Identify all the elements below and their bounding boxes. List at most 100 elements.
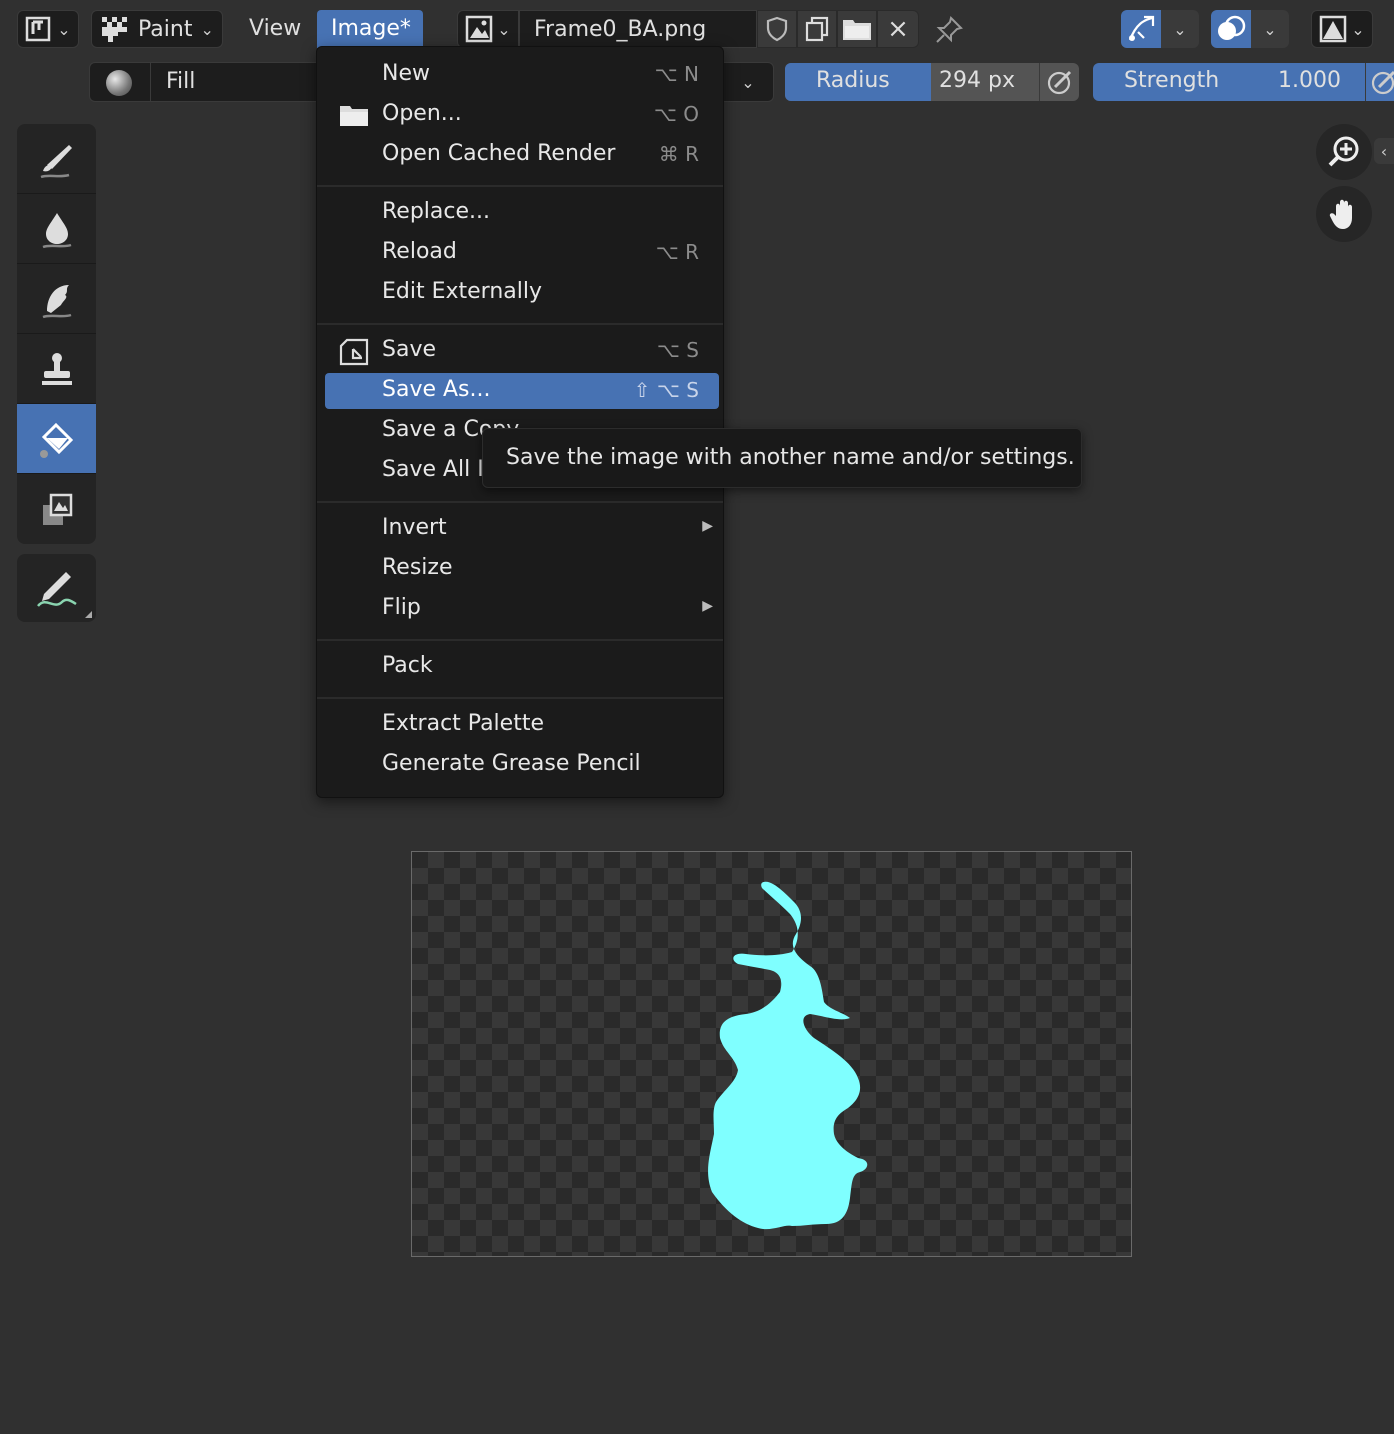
open-image-button[interactable] bbox=[837, 10, 877, 48]
menu-item-generate-grease-pencil[interactable]: Generate Grease Pencil bbox=[325, 747, 719, 783]
mode-label: Paint bbox=[138, 16, 193, 42]
menu-item-shortcut: ⌥ S bbox=[656, 338, 699, 362]
tool-annotate[interactable] bbox=[17, 554, 96, 622]
brush-icon bbox=[40, 144, 72, 178]
folder-icon bbox=[340, 106, 368, 126]
pan-gizmo[interactable] bbox=[1316, 186, 1372, 242]
shield-icon bbox=[766, 16, 788, 42]
image-alpha-icon bbox=[1320, 15, 1347, 43]
chevron-down-icon: ⌄ bbox=[57, 19, 71, 39]
menu-item-invert[interactable]: Invert ▶ bbox=[325, 511, 719, 547]
menu-item-reload[interactable]: Reload ⌥ R bbox=[325, 235, 719, 271]
menu-image[interactable]: Image* bbox=[317, 10, 423, 48]
image-editor-icon bbox=[26, 16, 51, 42]
paint-shape bbox=[708, 881, 868, 1230]
zoom-gizmo[interactable] bbox=[1316, 124, 1372, 180]
annotate-pencil-icon bbox=[36, 572, 77, 607]
menu-item-edit-externally[interactable]: Edit Externally bbox=[325, 275, 719, 311]
menu-item-save-as[interactable]: Save As... ⇧ ⌥ S bbox=[325, 373, 719, 409]
overlay-dropdown[interactable]: ⌄ bbox=[1251, 10, 1289, 48]
brush-selector[interactable]: Fill bbox=[89, 62, 329, 102]
tool-shelf bbox=[17, 124, 96, 544]
submenu-arrow-icon: ▶ bbox=[702, 598, 713, 614]
unlink-image-button[interactable]: × bbox=[877, 10, 919, 48]
new-image-button[interactable] bbox=[797, 10, 837, 48]
menu-item-flip[interactable]: Flip ▶ bbox=[325, 591, 719, 627]
menu-item-open-cached-render[interactable]: Open Cached Render ⌘ R bbox=[325, 137, 719, 173]
menu-item-shortcut: ⌥ O bbox=[653, 102, 699, 126]
menu-item-label: Save bbox=[382, 337, 437, 362]
menu-item-open[interactable]: Open... ⌥ O bbox=[325, 97, 719, 133]
pressure-icon bbox=[1047, 70, 1071, 95]
strength-pressure-button[interactable] bbox=[1365, 63, 1394, 101]
fill-bucket-icon bbox=[39, 422, 73, 458]
menu-item-label: Generate Grease Pencil bbox=[382, 751, 641, 776]
snapping-dropdown[interactable]: ⌄ bbox=[1161, 10, 1199, 48]
image-icon bbox=[466, 15, 493, 43]
menu-separator bbox=[317, 185, 723, 187]
menu-item-label: Extract Palette bbox=[382, 711, 544, 736]
tool-mask[interactable] bbox=[17, 474, 96, 544]
image-canvas[interactable] bbox=[411, 851, 1132, 1257]
menu-item-label: Save All I bbox=[382, 457, 484, 482]
brush-preview-icon bbox=[106, 70, 132, 96]
sidebar-toggle[interactable]: ‹ bbox=[1374, 138, 1394, 164]
menu-item-pack[interactable]: Pack bbox=[325, 649, 719, 685]
menu-item-label: Pack bbox=[382, 653, 433, 678]
display-channels-button[interactable]: ⌄ bbox=[1311, 10, 1373, 48]
overlay-toggle[interactable] bbox=[1211, 10, 1251, 48]
tool-soften[interactable] bbox=[17, 194, 96, 264]
radius-value: 294 px bbox=[939, 68, 1015, 93]
uv-sync-icon bbox=[1128, 15, 1155, 41]
tool-fill[interactable] bbox=[17, 404, 96, 474]
smear-icon bbox=[42, 284, 71, 318]
menu-item-label: Flip bbox=[382, 595, 421, 620]
menu-item-label: Replace... bbox=[382, 199, 491, 224]
fake-user-button[interactable] bbox=[757, 10, 797, 48]
menu-item-replace[interactable]: Replace... bbox=[325, 195, 719, 231]
radius-label: Radius bbox=[816, 68, 890, 93]
editor-type-selector[interactable]: ⌄ bbox=[17, 10, 79, 48]
menu-item-label: Edit Externally bbox=[382, 279, 543, 304]
menu-view[interactable]: View bbox=[249, 16, 301, 41]
pin-button[interactable] bbox=[929, 12, 969, 48]
chevron-left-icon: ‹ bbox=[1380, 141, 1388, 161]
menu-item-label: Invert bbox=[382, 515, 447, 540]
mode-selector[interactable]: Paint ⌄ bbox=[91, 10, 223, 48]
menu-item-extract-palette[interactable]: Extract Palette bbox=[325, 707, 719, 743]
tool-clone[interactable] bbox=[17, 334, 96, 404]
menu-item-label: New bbox=[382, 61, 430, 86]
pin-icon bbox=[936, 16, 963, 43]
image-menu-dropdown: New ⌥ N Open... ⌥ O Open Cached Render ⌘ R … bbox=[316, 46, 724, 798]
drop-icon bbox=[42, 212, 71, 248]
image-browse-button[interactable]: ⌄ bbox=[457, 10, 519, 48]
menu-item-resize[interactable]: Resize bbox=[325, 551, 719, 587]
chevron-down-icon: ⌄ bbox=[741, 72, 755, 92]
tool-draw[interactable] bbox=[17, 124, 96, 194]
image-name-text: Frame0_BA.png bbox=[534, 17, 707, 42]
menu-separator bbox=[317, 501, 723, 503]
menu-separator bbox=[317, 639, 723, 641]
tooltip-text: Save the image with another name and/or … bbox=[506, 445, 1075, 470]
chevron-down-icon: ⌄ bbox=[200, 19, 214, 39]
folder-icon bbox=[843, 20, 871, 40]
blend-dropdown[interactable]: ⌄ bbox=[722, 62, 774, 102]
radius-slider[interactable]: Radius 294 px bbox=[785, 63, 1039, 101]
radius-pressure-button[interactable] bbox=[1039, 63, 1079, 101]
strength-slider[interactable]: Strength 1.000 bbox=[1093, 63, 1365, 101]
menu-item-label: Resize bbox=[382, 555, 453, 580]
image-name-field[interactable]: Frame0_BA.png bbox=[519, 10, 757, 48]
menu-item-label: Open Cached Render bbox=[382, 141, 616, 166]
zoom-in-icon bbox=[1328, 136, 1359, 167]
menu-item-save[interactable]: Save ⌥ S bbox=[325, 333, 719, 369]
snapping-toggle[interactable] bbox=[1121, 10, 1161, 48]
tool-smear[interactable] bbox=[17, 264, 96, 334]
menu-separator bbox=[317, 323, 723, 325]
hand-icon bbox=[1329, 199, 1352, 229]
menu-item-new[interactable]: New ⌥ N bbox=[325, 57, 719, 93]
submenu-arrow-icon: ▶ bbox=[702, 518, 713, 534]
tooltip: Save the image with another name and/or … bbox=[482, 428, 1082, 488]
paint-mode-icon bbox=[102, 17, 127, 42]
menu-item-label: Reload bbox=[382, 239, 457, 264]
menu-separator bbox=[317, 697, 723, 699]
